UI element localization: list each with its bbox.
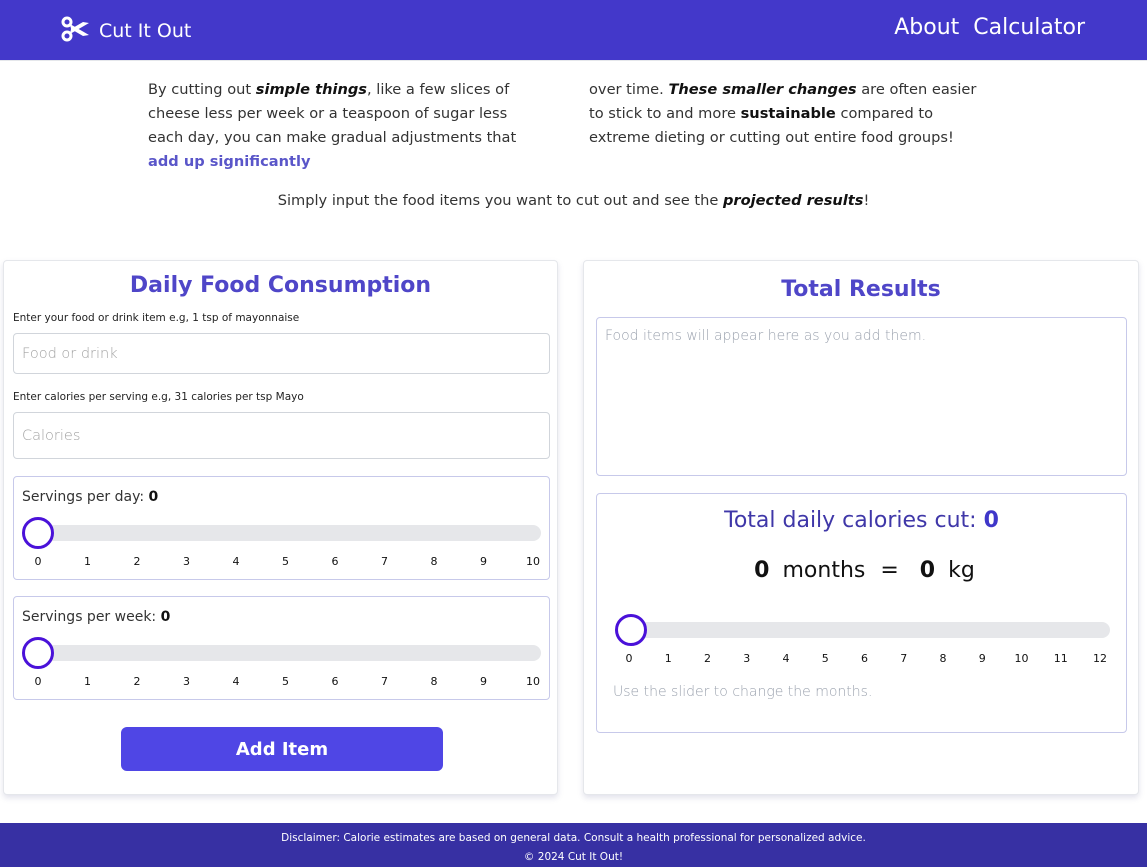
servings-per-day-slider[interactable] (22, 517, 541, 549)
add-item-button[interactable]: Add Item (121, 727, 443, 771)
brand-link[interactable]: Cut It Out (61, 15, 191, 47)
months-slider-hint: Use the slider to change the months. (613, 684, 873, 700)
food-field-label: Enter your food or drink item e.g, 1 tsp… (13, 312, 300, 324)
slider-thumb[interactable] (615, 614, 647, 646)
cta-text: Simply input the food items you want to … (0, 192, 1147, 209)
slider-tick-label: 9 (978, 652, 986, 665)
cta-part: ! (863, 192, 870, 209)
slider-tick-label: 8 (430, 675, 438, 688)
empty-list-text: Food items will appear here as you add t… (605, 328, 927, 344)
slider-tick-label: 0 (34, 555, 42, 568)
slider-tick-label: 10 (526, 675, 540, 688)
servings-per-day-text: Servings per day: (22, 489, 149, 505)
intro-emphasis: simple things (255, 81, 367, 98)
nav-links: About Calculator (894, 15, 1085, 40)
slider-tick-label: 10 (526, 555, 540, 568)
navbar: Cut It Out About Calculator (0, 0, 1147, 61)
months-label: months (782, 558, 866, 583)
slider-tick-label: 7 (900, 652, 908, 665)
equals-sign: = (880, 558, 899, 583)
servings-per-day-group: Servings per day: 0 0 1 2 3 4 5 6 7 8 9 10 (13, 476, 550, 580)
cta-part: Simply input the food items you want to … (277, 192, 723, 209)
slider-tick-label: 3 (743, 652, 751, 665)
slider-tick-label: 4 (782, 652, 790, 665)
slider-tick-label: 5 (821, 652, 829, 665)
total-calories-label: Total daily calories cut: (724, 508, 984, 533)
slider-tick-label: 1 (84, 555, 91, 568)
slider-tick-label: 7 (381, 675, 388, 688)
slider-tick-label: 6 (861, 652, 868, 665)
slider-tick-label: 9 (480, 555, 487, 568)
results-card: Total Results Food items will appear her… (583, 260, 1139, 795)
slider-tick-label: 3 (183, 555, 190, 568)
slider-tick-label: 12 (1093, 652, 1107, 665)
brand-name: Cut It Out (99, 20, 192, 42)
months-value: 0 (754, 558, 770, 583)
servings-per-day-ticks: 0 1 2 3 4 5 6 7 8 9 10 (30, 555, 541, 568)
slider-tick-label: 11 (1053, 652, 1068, 665)
slider-tick-label: 5 (282, 675, 289, 688)
slider-tick-label: 0 (34, 675, 42, 688)
slider-tick-label: 7 (381, 555, 388, 568)
food-items-list: Food items will appear here as you add t… (596, 317, 1127, 476)
summary-box: Total daily calories cut: 0 0 months = 0… (596, 493, 1127, 733)
slider-tick-label: 3 (183, 675, 190, 688)
slider-tick-label: 2 (704, 652, 711, 665)
cta-emphasis: projected results (722, 192, 864, 209)
months-slider[interactable] (615, 614, 1110, 646)
kg-value: 0 (919, 558, 936, 583)
results-title: Total Results (781, 277, 941, 302)
nav-link-calculator[interactable]: Calculator (973, 15, 1085, 40)
slider-tick-label: 4 (232, 675, 240, 688)
servings-per-week-group: Servings per week: 0 0 1 2 3 4 5 6 7 8 9 10 (13, 596, 550, 700)
total-calories-cut: Total daily calories cut: 0 (597, 508, 1126, 533)
footer-copyright: © 2024 Cut It Out! (523, 851, 624, 863)
slider-tick-label: 9 (480, 675, 487, 688)
intro-text: By cutting out (148, 81, 256, 98)
food-form-title: Daily Food Consumption (129, 273, 432, 298)
total-calories-value: 0 (983, 508, 999, 533)
intro-paragraph-right: over time. These smaller changes are oft… (589, 78, 982, 174)
calories-input[interactable] (13, 412, 550, 459)
projection-equation: 0 months = 0 kg (597, 558, 1126, 583)
slider-tick-label: 8 (939, 652, 947, 665)
calories-field-label: Enter calories per serving e.g, 31 calor… (13, 391, 304, 403)
food-form-card: Daily Food Consumption Enter your food o… (3, 260, 558, 795)
nav-link-about[interactable]: About (894, 15, 959, 40)
intro-text: over time. (589, 81, 669, 98)
footer-disclaimer: Disclaimer: Calorie estimates are based … (281, 832, 866, 844)
slider-tick-label: 10 (1014, 652, 1029, 665)
scissors-icon (61, 15, 91, 47)
intro-strong: sustainable (740, 105, 836, 122)
slider-tick-label: 1 (664, 652, 672, 665)
intro-section: By cutting out simple things, like a few… (148, 78, 998, 174)
months-slider-ticks: 0 1 2 3 4 5 6 7 8 9 10 11 12 (621, 652, 1108, 665)
slider-thumb[interactable] (22, 517, 54, 549)
slider-thumb[interactable] (22, 637, 54, 669)
slider-tick-label: 2 (133, 675, 141, 688)
slider-tick-label: 4 (232, 555, 240, 568)
slider-tick-label: 6 (331, 675, 339, 688)
slider-tick-label: 2 (133, 555, 141, 568)
intro-emphasis: These smaller changes (668, 81, 857, 98)
intro-paragraph-left: By cutting out simple things, like a few… (148, 78, 541, 174)
kg-label: kg (948, 558, 975, 583)
servings-per-week-slider[interactable] (22, 637, 541, 669)
intro-accent: add up significantly (148, 153, 311, 170)
servings-per-week-text: Servings per week: (22, 609, 161, 625)
slider-tick-label: 0 (625, 652, 633, 665)
footer: Disclaimer: Calorie estimates are based … (0, 823, 1147, 867)
servings-per-day-label: Servings per day: 0 (22, 489, 158, 505)
servings-per-week-value: 0 (160, 609, 171, 625)
slider-tick-label: 6 (331, 555, 339, 568)
slider-tick-label: 1 (84, 675, 91, 688)
servings-per-day-value: 0 (148, 489, 159, 505)
servings-per-week-label: Servings per week: 0 (22, 609, 170, 625)
slider-tick-label: 5 (282, 555, 289, 568)
servings-per-week-ticks: 0 1 2 3 4 5 6 7 8 9 10 (30, 675, 541, 688)
slider-tick-label: 8 (430, 555, 438, 568)
food-input[interactable] (13, 333, 550, 374)
